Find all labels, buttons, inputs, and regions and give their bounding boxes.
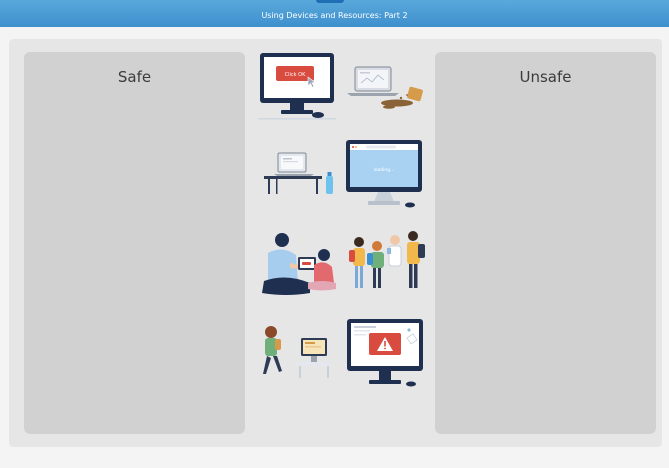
child-leaving-computer-icon xyxy=(263,326,331,378)
card-warning-monitor[interactable] xyxy=(345,318,425,390)
kids-backpacks-icon xyxy=(349,231,425,288)
lesson-title: Using Devices and Resources: Part 2 xyxy=(261,11,408,20)
lesson-header: Using Devices and Resources: Part 2 xyxy=(0,0,669,27)
sorting-board: Safe Unsafe Click OK loading... xyxy=(9,39,662,447)
card-adult-helping-child[interactable] xyxy=(256,229,338,299)
card-spilled-coffee-laptop[interactable] xyxy=(345,63,425,111)
unsafe-drop-zone[interactable]: Unsafe xyxy=(435,52,656,434)
card-kids-with-backpacks[interactable] xyxy=(347,226,427,302)
spilled-coffee-laptop-icon xyxy=(347,66,423,109)
popup-ad-monitor-icon: Click OK xyxy=(258,53,336,120)
safe-zone-label: Safe xyxy=(117,68,152,86)
warning-monitor-icon xyxy=(347,319,423,387)
unsafe-zone-label: Unsafe xyxy=(519,68,572,86)
card-child-leaving-computer[interactable] xyxy=(257,324,333,384)
loading-status-text: loading... xyxy=(374,167,395,173)
card-laptop-on-desk[interactable] xyxy=(262,151,336,197)
safe-drop-zone[interactable]: Safe xyxy=(24,52,245,434)
header-tab-indicator xyxy=(316,0,344,3)
card-popup-ad-monitor[interactable]: Click OK xyxy=(258,51,336,121)
adult-child-laptop-icon xyxy=(262,233,336,295)
popup-button-text: Click OK xyxy=(285,72,306,78)
card-loading-monitor[interactable]: loading... xyxy=(344,139,424,211)
laptop-desk-bottle-icon xyxy=(264,152,333,194)
loading-monitor-icon: loading... xyxy=(346,140,422,208)
